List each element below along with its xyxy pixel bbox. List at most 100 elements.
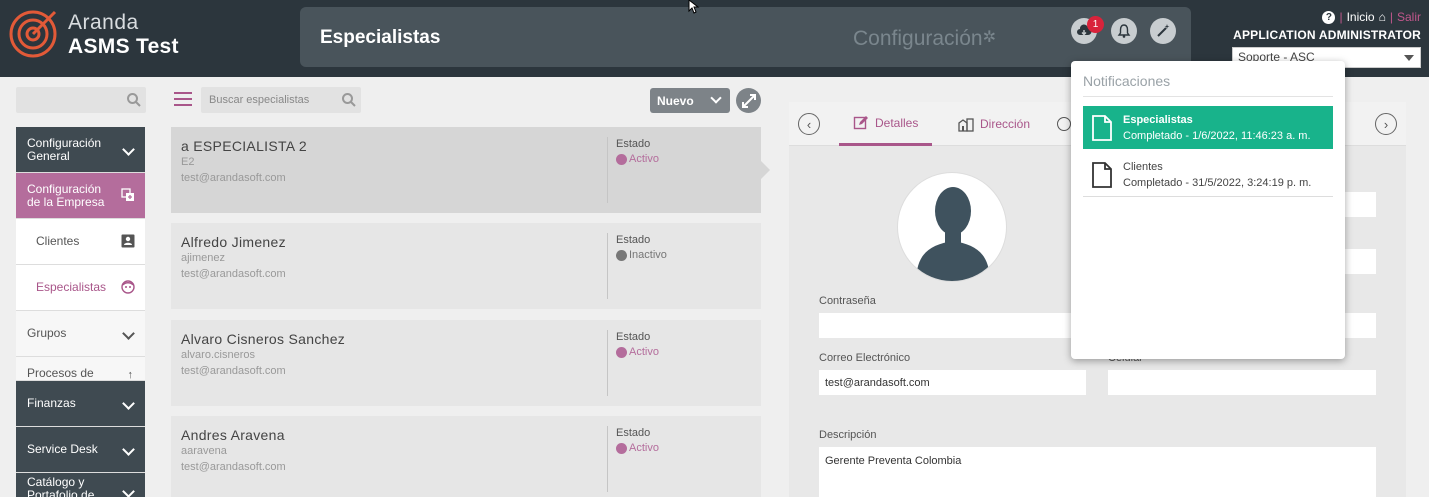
- specialist-card[interactable]: Alvaro Cisneros Sanchez alvaro.cisneros …: [171, 320, 761, 406]
- specialist-card[interactable]: a ESPECIALISTA 2 E2 test@arandasoft.com …: [171, 127, 770, 213]
- status-label: Estado: [616, 331, 651, 343]
- status-value: Activo: [629, 153, 659, 165]
- password-field[interactable]: [819, 313, 1086, 338]
- avatar[interactable]: [897, 172, 1007, 282]
- magic-wand-icon: [1157, 24, 1170, 37]
- chevron-down-icon: [122, 485, 135, 497]
- email-field[interactable]: test@arandasoft.com: [819, 370, 1086, 395]
- brand-name: Aranda: [68, 11, 139, 34]
- password-label: Contraseña: [819, 295, 876, 307]
- new-button-label: Nuevo: [657, 94, 694, 108]
- sidebar-search-input[interactable]: [16, 87, 146, 113]
- status-badge: Inactivo: [616, 249, 667, 261]
- cellular-field[interactable]: [1108, 370, 1376, 395]
- sidebar-item-configuracion-empresa[interactable]: Configuración de la Empresa: [16, 173, 145, 219]
- edit-icon: [853, 115, 868, 129]
- divider: [1083, 96, 1333, 97]
- inicio-link[interactable]: Inicio: [1347, 10, 1375, 24]
- specialist-username: aaravena: [181, 445, 227, 457]
- tab-more-icon[interactable]: [1057, 102, 1071, 146]
- chevron-down-icon: [122, 397, 135, 410]
- sidebar-item-catalogo[interactable]: Catálogo y Portafolio de: [16, 473, 145, 497]
- search-placeholder: Buscar especialistas: [209, 94, 310, 106]
- notifications-popup: Notificaciones Especialistas Completado …: [1071, 61, 1345, 359]
- sidebar-item-label: Catálogo y Portafolio de: [27, 475, 95, 497]
- expand-button[interactable]: [736, 88, 761, 113]
- status-dot: [616, 153, 627, 165]
- help-icon[interactable]: ?: [1322, 10, 1336, 24]
- notification-text: Especialistas Completado - 1/6/2022, 11:…: [1123, 112, 1311, 144]
- mouse-cursor-icon: [688, 0, 700, 14]
- search-icon: [127, 93, 141, 107]
- chevron-left-icon: ‹: [798, 113, 820, 135]
- card-divider: [607, 137, 608, 203]
- title-bar: Especialistas Configuración✲: [300, 7, 1191, 67]
- link-separator: |: [1389, 10, 1393, 24]
- status-value: Inactivo: [629, 249, 667, 261]
- sidebar-item-label: Configuración de la Empresa: [27, 181, 105, 209]
- tabs-prev-button[interactable]: ‹: [789, 102, 829, 146]
- user-silhouette-icon: [916, 187, 990, 281]
- email-label: Correo Electrónico: [819, 352, 911, 364]
- specialist-username: E2: [181, 156, 195, 168]
- specialist-card[interactable]: Andres Aravena aaravena test@arandasoft.…: [171, 416, 761, 497]
- specialist-email: test@arandasoft.com: [181, 461, 286, 473]
- sidebar-item-procesos[interactable]: Procesos de ↑: [16, 357, 145, 381]
- description-field[interactable]: Gerente Preventa Colombia: [819, 447, 1376, 497]
- tabs-next-button[interactable]: ›: [1366, 102, 1406, 146]
- status-label: Estado: [616, 234, 651, 246]
- notification-text: Clientes Completado - 31/5/2022, 3:24:19…: [1123, 159, 1311, 191]
- menu-icon[interactable]: [174, 92, 192, 106]
- tab-direccion[interactable]: Dirección: [944, 102, 1044, 146]
- configuration-link[interactable]: Configuración✲: [853, 27, 996, 51]
- user-name: APPLICATION ADMINISTRATOR: [1233, 28, 1421, 42]
- specialist-name: Alvaro Cisneros Sanchez: [181, 331, 346, 347]
- tab-detalles[interactable]: Detalles: [839, 102, 933, 146]
- status-badge: Activo: [616, 153, 659, 165]
- sidebar-item-finanzas[interactable]: Finanzas: [16, 381, 145, 427]
- sidebar-item-label: Procesos de: [27, 366, 94, 380]
- sidebar-item-service-desk[interactable]: Service Desk: [16, 427, 145, 473]
- expand-arrows-icon: [741, 93, 756, 108]
- specialist-name: Andres Aravena: [181, 427, 285, 443]
- description-label: Descripción: [819, 429, 877, 441]
- sidebar-item-label: Clientes: [36, 234, 80, 248]
- sidebar-item-label: Configuración General: [27, 135, 102, 163]
- specialist-card[interactable]: Alfredo Jimenez ajimenez test@arandasoft…: [171, 223, 761, 309]
- bell-button[interactable]: [1111, 18, 1137, 44]
- card-divider: [607, 233, 608, 299]
- new-dropdown-button[interactable]: Nuevo: [650, 88, 730, 113]
- specialist-name: Alfredo Jimenez: [181, 234, 286, 250]
- notification-status: Completado - 31/5/2022, 3:24:19 p. m.: [1123, 177, 1312, 189]
- notification-count-badge: 1: [1087, 16, 1104, 33]
- chevron-down-icon: [710, 92, 722, 104]
- sidebar-item-grupos[interactable]: Grupos: [16, 311, 145, 357]
- chevron-right-icon: ›: [1375, 113, 1397, 135]
- status-dot: [616, 346, 627, 358]
- link-separator: |: [1339, 10, 1343, 24]
- status-value: Activo: [629, 442, 659, 454]
- sidebar-item-label: Grupos: [27, 326, 67, 340]
- sidebar-item-especialistas[interactable]: Especialistas: [16, 265, 145, 311]
- home-icon[interactable]: ⌂: [1379, 10, 1386, 24]
- brand-product: ASMS Test: [68, 35, 179, 58]
- sidebar-item-label: Service Desk: [27, 442, 98, 456]
- specialists-search-input[interactable]: Buscar especialistas: [201, 87, 361, 113]
- configuration-label: Configuración: [853, 27, 983, 50]
- sidebar-item-configuracion-general[interactable]: Configuración General: [16, 127, 145, 173]
- specialist-email: test@arandasoft.com: [181, 172, 286, 184]
- salir-link[interactable]: Salir: [1397, 10, 1421, 24]
- sidebar-item-label: Especialistas: [36, 280, 107, 294]
- contact-card-icon: [121, 234, 135, 248]
- copy-plus-icon: [121, 188, 134, 201]
- notification-item[interactable]: Especialistas Completado - 1/6/2022, 11:…: [1083, 106, 1333, 149]
- page-title: Especialistas: [320, 27, 441, 48]
- magic-wand-button[interactable]: [1150, 18, 1176, 44]
- status-badge: Activo: [616, 442, 659, 454]
- chevron-down-icon: [122, 443, 135, 456]
- notifications-title: Notificaciones: [1083, 73, 1171, 89]
- sidebar-item-clientes[interactable]: Clientes: [16, 219, 145, 265]
- notification-title: Clientes: [1123, 161, 1163, 173]
- aranda-logo-icon: [9, 10, 57, 58]
- notification-item[interactable]: Clientes Completado - 31/5/2022, 3:24:19…: [1083, 154, 1333, 197]
